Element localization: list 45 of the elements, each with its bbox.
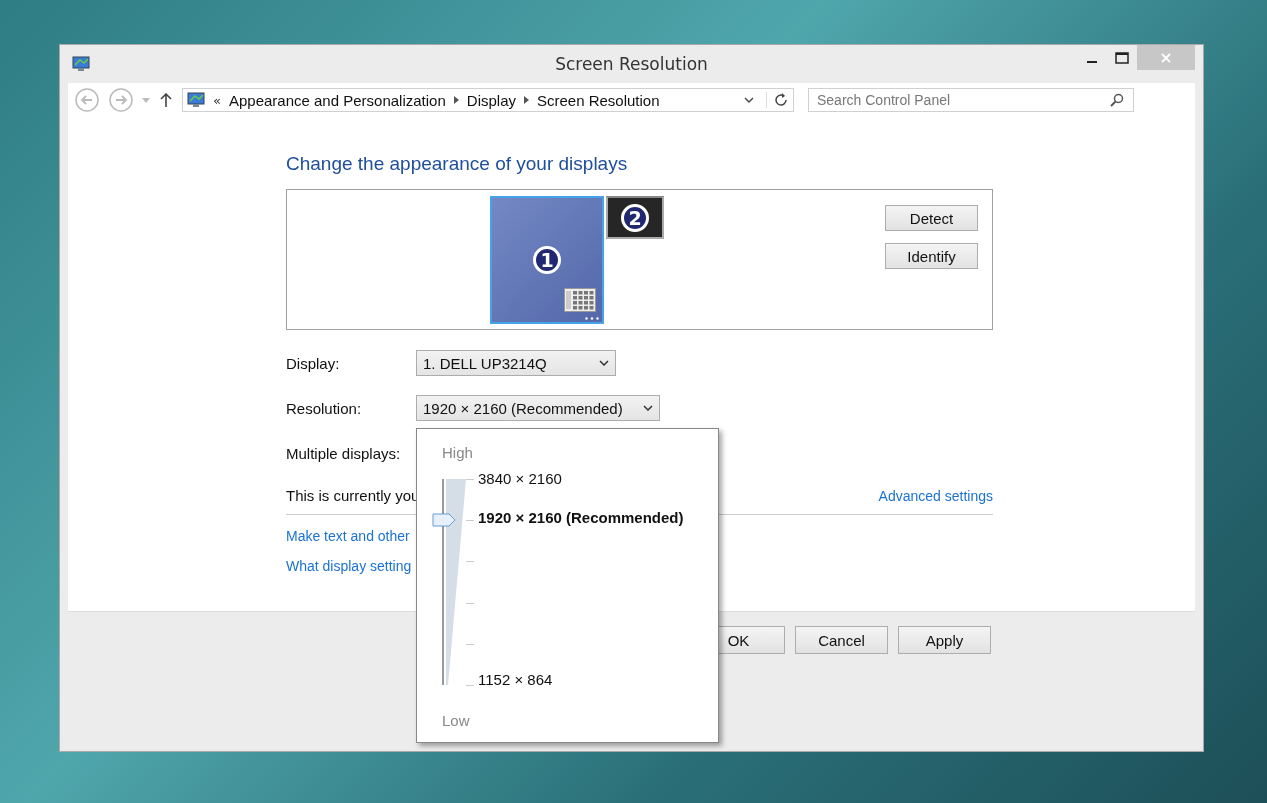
help-link[interactable]: Make text and other: [286, 528, 410, 544]
caret-icon: [643, 405, 653, 411]
grid-icon: [564, 288, 596, 312]
maximize-icon: [1115, 51, 1129, 64]
breadcrumb-item[interactable]: Display: [466, 91, 516, 109]
up-arrow-icon[interactable]: [160, 93, 172, 107]
breadcrumb-item[interactable]: Appearance and Personalization: [228, 91, 446, 109]
more-dots-icon: [585, 317, 599, 320]
panel-button[interactable]: Detect: [885, 205, 978, 231]
setting-label: Resolution:: [286, 399, 363, 417]
search-field[interactable]: Search Control Panel: [808, 88, 1134, 112]
low-label: Low: [442, 712, 470, 729]
breadcrumb-arrow-icon[interactable]: [524, 96, 529, 104]
close-icon: [1161, 52, 1171, 63]
resolution-option[interactable]: 3840 × 2160: [478, 470, 562, 487]
dialog-button[interactable]: Cancel: [795, 626, 888, 654]
setting-label: Multiple displays:: [286, 444, 402, 462]
slider-thumb[interactable]: [432, 513, 456, 528]
breadcrumb-chevron[interactable]: «: [213, 92, 221, 108]
search-icon: [1110, 93, 1124, 107]
dropdown-field[interactable]: 1920 × 2160 (Recommended): [416, 395, 660, 421]
refresh-icon[interactable]: [766, 92, 789, 108]
monitor-icon: [72, 56, 90, 72]
monitor-number: 1: [533, 246, 561, 274]
help-link[interactable]: What display setting: [286, 558, 412, 574]
resolution-option[interactable]: 1920 × 2160 (Recommended): [478, 509, 684, 526]
advanced-settings-link[interactable]: Advanced settings: [878, 487, 993, 504]
monitor-tile[interactable]: 1: [490, 196, 604, 324]
address-bar[interactable]: « Appearance and Personalization Display Screen Resolution: [182, 88, 794, 112]
high-label: High: [442, 444, 473, 461]
monitor-tile[interactable]: 2: [606, 196, 664, 239]
dropdown-field[interactable]: 1. DELL UP3214Q: [416, 350, 616, 376]
monitor-number: 2: [621, 203, 649, 232]
resolution-option[interactable]: 1152 × 864: [478, 671, 553, 688]
panel-button[interactable]: Identify: [885, 243, 978, 269]
window-title: Screen Resolution: [555, 54, 708, 74]
minimize-icon: [1087, 61, 1097, 63]
dialog-button[interactable]: Apply: [898, 626, 991, 654]
breadcrumb-item[interactable]: Screen Resolution: [537, 91, 660, 109]
breadcrumb-arrow-icon[interactable]: [453, 96, 459, 104]
setting-label: Display:: [286, 354, 341, 372]
caret-icon: [599, 360, 609, 366]
dropdown-caret-icon[interactable]: [744, 97, 754, 103]
page-heading: Change the appearance of your displays: [286, 153, 629, 175]
monitor-icon: [187, 92, 205, 108]
